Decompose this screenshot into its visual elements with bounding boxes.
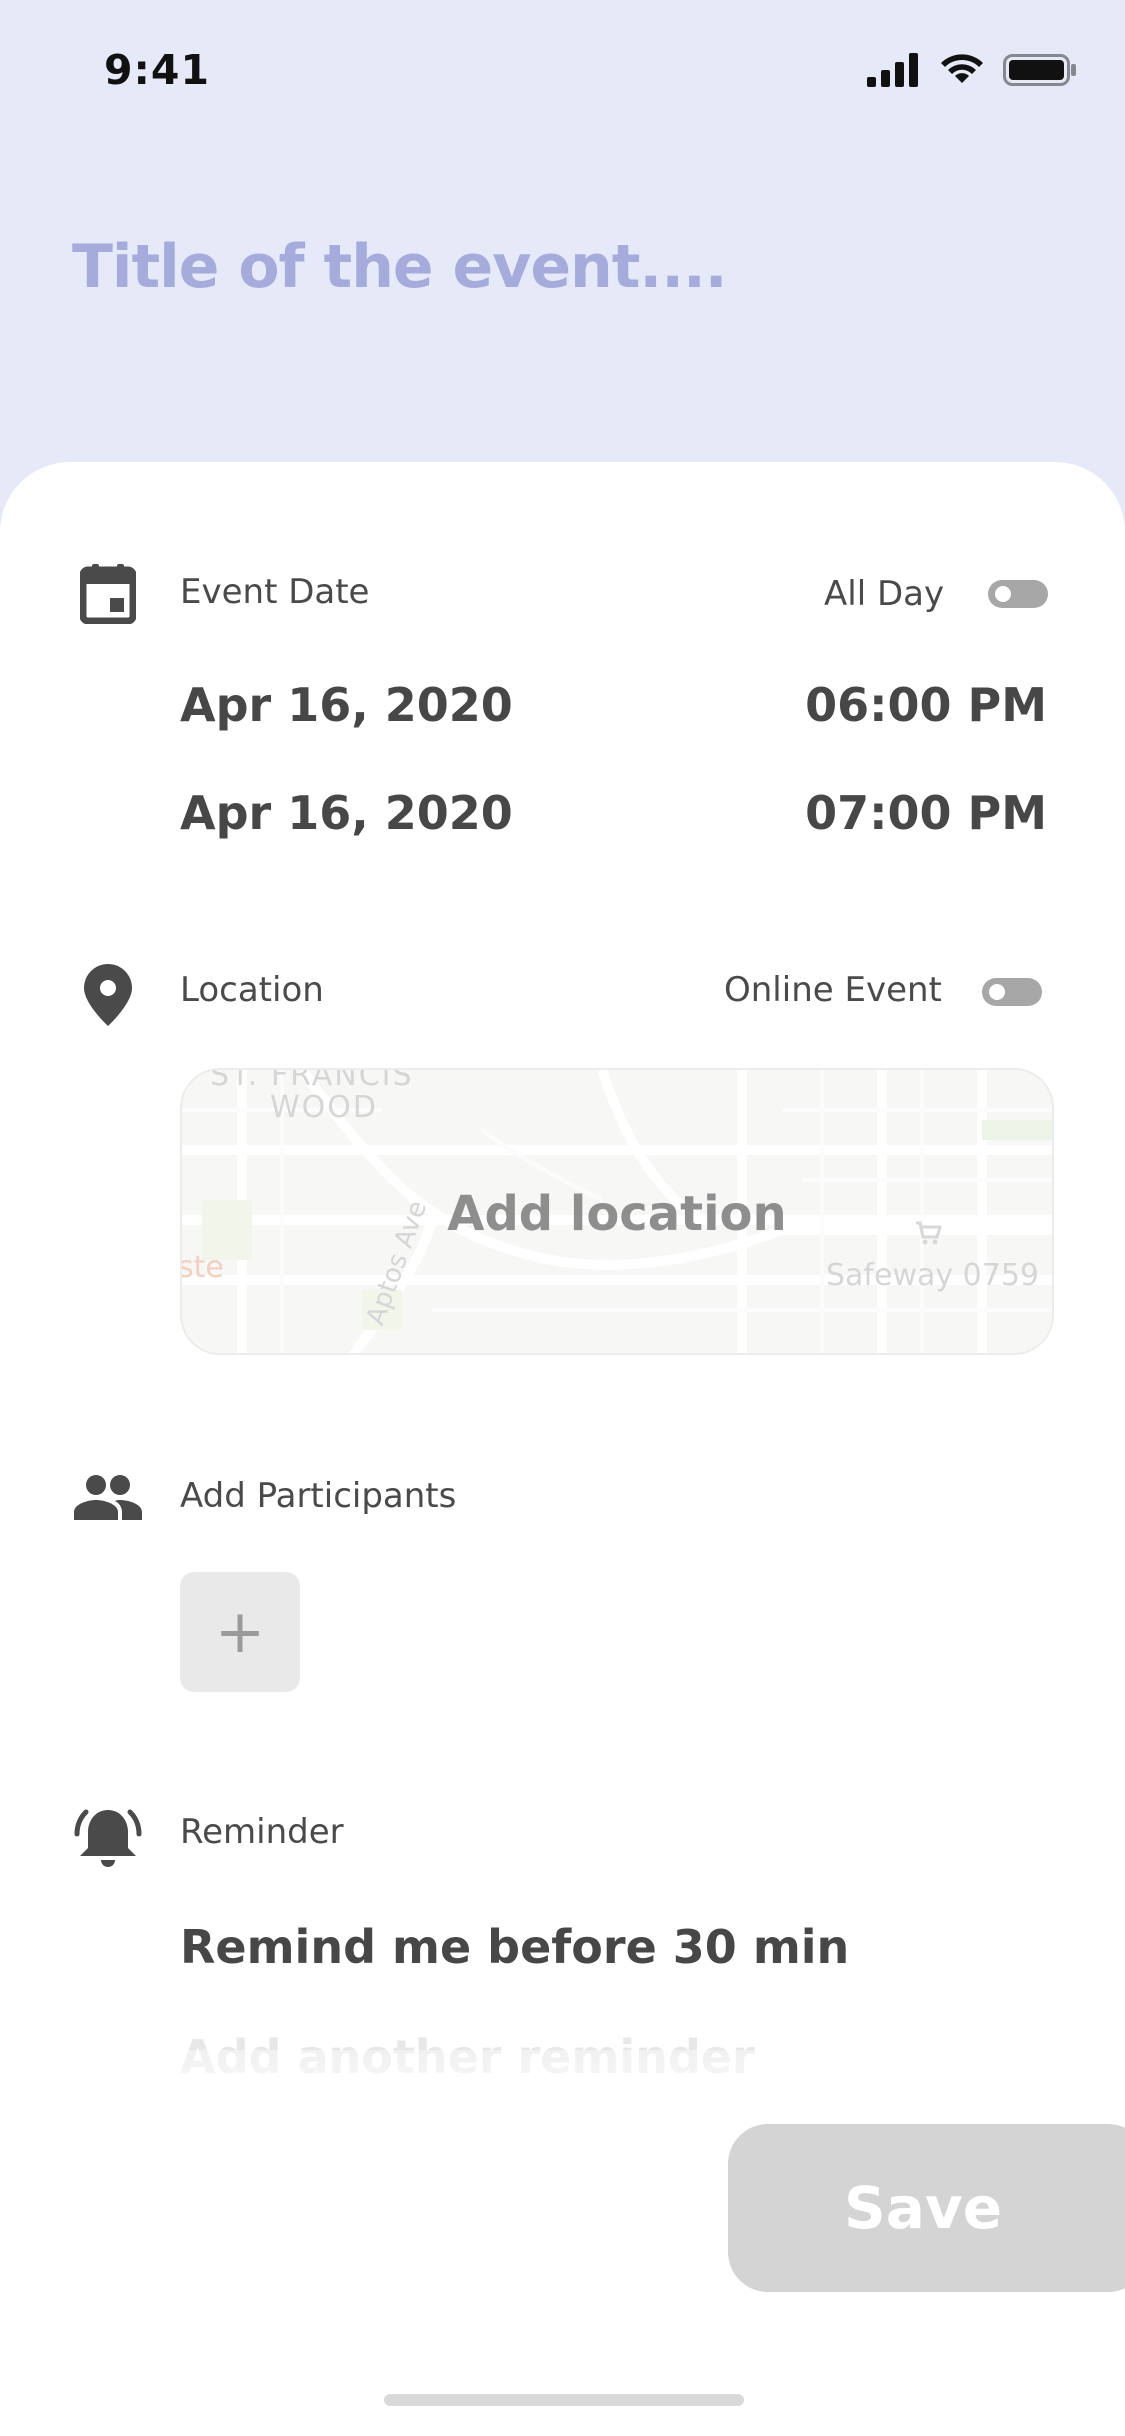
start-time[interactable]: 06:00 PM [727,678,1047,732]
status-time: 9:41 [104,46,210,94]
end-time[interactable]: 07:00 PM [727,786,1047,840]
bell-icon [74,1809,142,1867]
status-icons [867,50,1077,90]
calendar-icon [80,564,136,624]
add-participant-button[interactable]: + [180,1572,300,1692]
all-day-toggle[interactable] [988,580,1048,608]
wifi-icon [941,54,983,83]
location-pin-icon [84,964,132,1026]
event-date-label: Event Date [180,572,370,612]
people-icon [74,1475,142,1520]
add-location-map[interactable]: ST. FRANCIS WOOD Aptos Ave ste Safeway 0… [180,1068,1054,1355]
reminder-value[interactable]: Remind me before 30 min [180,1920,849,1974]
save-button-label: Save [843,2174,1003,2242]
plus-icon: + [214,1597,266,1667]
home-indicator [384,2394,744,2406]
online-event-label: Online Event [724,970,942,1010]
end-date[interactable]: Apr 16, 2020 [180,786,513,840]
event-title-input[interactable]: Title of the event.... [72,232,728,302]
start-date[interactable]: Apr 16, 2020 [180,678,513,732]
all-day-label: All Day [824,574,945,614]
location-label: Location [180,970,324,1010]
add-location-label: Add location [447,1186,787,1242]
online-event-toggle[interactable] [982,978,1042,1006]
scroll-fade [0,2050,1125,2130]
add-participants-label: Add Participants [180,1476,457,1516]
signal-icon [867,53,918,87]
save-button[interactable]: Save [728,2124,1125,2292]
battery-icon [1003,54,1076,86]
reminder-label: Reminder [180,1812,344,1852]
